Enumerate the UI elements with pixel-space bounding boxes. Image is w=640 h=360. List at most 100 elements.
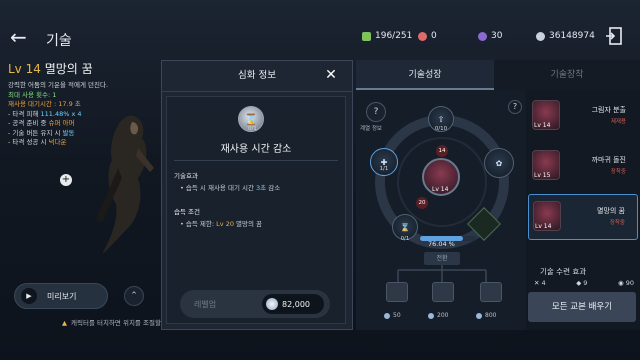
help-label: 계열 정보 <box>360 126 382 132</box>
book-slot-icon[interactable] <box>386 282 408 302</box>
skill-level: Lv 14 <box>8 62 41 76</box>
red-badge: 14 <box>436 145 448 157</box>
modal-section-title: 기술효과 <box>174 172 198 180</box>
page-title: 기술 <box>46 33 72 49</box>
exit-door-icon[interactable] <box>604 26 624 46</box>
tab-skill-growth[interactable]: 기술성장 <box>356 60 494 90</box>
value: 9 <box>583 279 588 287</box>
resource-silver-coin: 36148974 <box>536 30 595 42</box>
modal-condition-line: • 습득 제한: Lv 20 멸망의 꿈 <box>180 218 262 228</box>
green-gem-icon <box>362 31 371 41</box>
skill-list-item[interactable]: Lv 15 까마귀 돌진 장착중 <box>528 144 638 190</box>
training-value-3: ◉ 90 <box>617 279 634 287</box>
modal-section-title: 습득 조건 <box>174 208 200 216</box>
resource-purple-orb: 30 <box>478 30 502 42</box>
resource-value: 0 <box>431 31 437 41</box>
levelup-cost: 82,000 <box>262 294 324 314</box>
training-label: 기술 수련 효과 <box>540 267 587 276</box>
slot-cost: 200 <box>428 312 448 319</box>
character-model[interactable] <box>88 108 160 258</box>
red-orb-icon <box>418 31 427 41</box>
skill-screen: ← 기술 196/251 0 30 36148974 Lv 14 멸망의 꿈 강… <box>0 0 640 360</box>
book-slot-icon[interactable] <box>480 282 502 302</box>
skill-list-item-selected[interactable]: Lv 14 멸망의 꿈 장착중 <box>528 194 638 240</box>
skill-title: Lv 14 멸망의 꿈 <box>8 60 93 77</box>
book-slot-icon[interactable] <box>432 282 454 302</box>
warning-icon: ▲ <box>62 319 67 327</box>
skill-item-type: 장착중 <box>610 169 626 175</box>
levelup-label: 레벨업 <box>194 299 217 309</box>
training-values: ✕ 4 ◆ 9 ◉ 90 <box>534 279 634 287</box>
close-icon[interactable]: ✕ <box>322 66 340 84</box>
coin-icon <box>428 312 434 319</box>
divider <box>174 160 338 161</box>
coin-icon <box>476 312 482 319</box>
flower-icon: ✿ <box>495 158 503 168</box>
tree-node-count: 1/1 <box>379 166 389 172</box>
tree-node-count: 0/10 <box>434 126 448 132</box>
tab-skill-equip[interactable]: 기술장착 <box>494 60 640 90</box>
progress-text: 76.04 % <box>428 240 455 248</box>
coin-icon <box>384 312 390 319</box>
desc-highlight: 발동 <box>62 128 75 137</box>
line-text: • 습득 제한: <box>180 220 217 228</box>
value: 4 <box>541 279 546 287</box>
resource-value: 36148974 <box>549 31 595 41</box>
silver-coin-icon <box>266 298 278 310</box>
tree-node-count: 0/1 <box>400 236 410 242</box>
red-badge: 20 <box>416 197 428 209</box>
line-text: 멸망의 꿈 <box>233 220 263 228</box>
desc-highlight: 넉다운 <box>48 138 67 146</box>
silver-coin-icon <box>536 31 545 41</box>
skill-item-name: 그림자 분출 <box>591 106 626 114</box>
levelup-button[interactable]: 레벨업 82,000 <box>180 290 330 318</box>
training-value-1: ✕ 4 <box>534 279 546 287</box>
skill-list-item[interactable]: Lv 14 그림자 분출 제재용 <box>528 94 638 140</box>
desc-highlight: 슈퍼 아머 <box>48 119 75 127</box>
desc-text: - 기술 버튼 유지 시 <box>8 128 63 137</box>
switch-button[interactable]: 전환 <box>424 252 460 265</box>
info-question-icon[interactable]: ? <box>508 100 522 114</box>
resource-red-orb: 0 <box>418 30 437 42</box>
skill-item-level: Lv 14 <box>534 122 551 129</box>
skill-item-name: 멸망의 꿈 <box>597 207 625 215</box>
slot-cost: 50 <box>384 312 401 319</box>
back-arrow-icon[interactable]: ← <box>10 27 32 47</box>
preview-button[interactable]: ▶ 미리보기 <box>14 283 108 309</box>
double-chevron-up-icon[interactable]: ⌃ <box>124 286 144 306</box>
modal-icon-count: 0/1 <box>248 126 257 132</box>
slot-cost-value: 800 <box>485 312 497 319</box>
line-highlight: Lv 20 <box>216 220 234 228</box>
line-highlight: 3초 <box>256 184 267 192</box>
preview-label: 미리보기 <box>47 291 77 301</box>
value: 90 <box>625 279 634 287</box>
modal-effect-line: • 습득 시 재사용 대기 시간 3초 감소 <box>180 182 280 192</box>
skill-item-level: Lv 15 <box>534 172 551 179</box>
skill-item-level: Lv 14 <box>535 223 552 230</box>
question-icon[interactable]: ? <box>366 102 386 122</box>
desc-text: - 공격 준비 중 <box>8 119 49 127</box>
purple-orb-icon <box>478 31 487 41</box>
desc-highlight: 111.48% x 4 <box>40 109 82 118</box>
hourglass-icon: ⌛ <box>400 222 410 232</box>
line-text: • 습득 시 재사용 대기 시간 <box>180 184 257 192</box>
learn-all-books-button[interactable]: 모든 교본 배우기 <box>528 292 636 322</box>
desc-line: 강력한 어둠의 기운을 적에게 던진다. <box>8 81 109 89</box>
skill-item-type: 제재용 <box>610 119 626 125</box>
levelup-cost-value: 82,000 <box>282 299 310 309</box>
resource-value: 196/251 <box>375 31 413 41</box>
skill-item-type: 장착중 <box>609 220 625 226</box>
resource-green-gem: 196/251 <box>362 30 412 42</box>
modal-skill-name: 재사용 시간 감소 <box>220 144 292 155</box>
add-plus-icon[interactable]: + <box>60 174 72 186</box>
resource-value: 30 <box>491 31 503 41</box>
tree-node-right[interactable]: ✿ <box>484 148 514 178</box>
line-text: 감소 <box>266 184 281 192</box>
sword-up-icon: ⇧ <box>437 114 445 124</box>
slot-cost-value: 200 <box>437 312 449 319</box>
skill-item-name: 까마귀 돌진 <box>591 156 626 164</box>
skill-name: 멸망의 꿈 <box>44 62 93 76</box>
desc-text: - 타격 피해 <box>8 109 41 118</box>
slot-cost-value: 50 <box>393 312 401 319</box>
play-icon: ▶ <box>21 288 37 304</box>
